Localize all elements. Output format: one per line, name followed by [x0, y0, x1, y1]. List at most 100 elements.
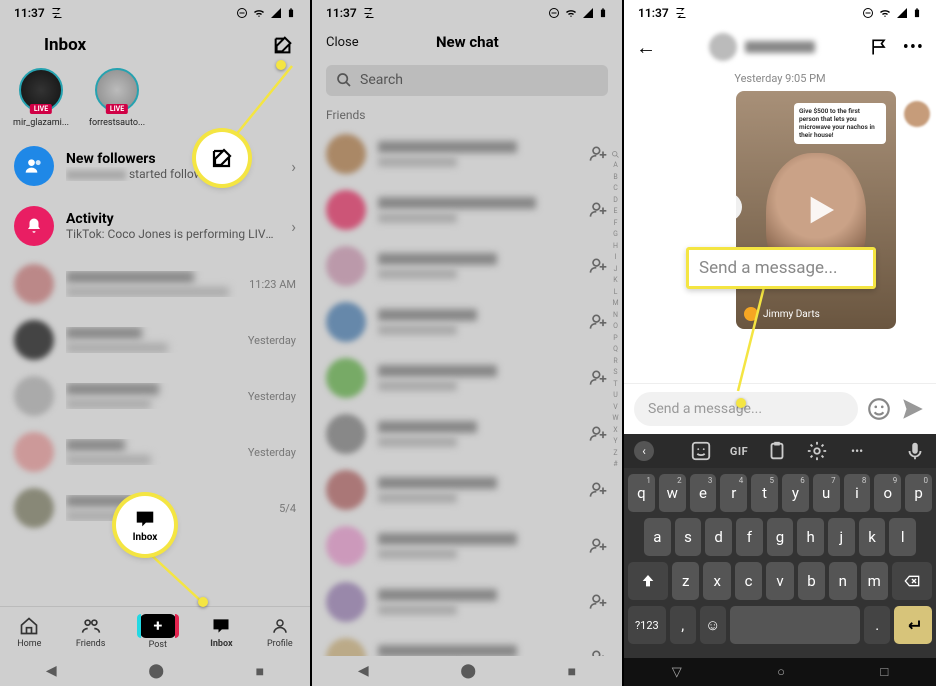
nav-recents-icon[interactable]: □: [880, 664, 888, 680]
add-friend-icon[interactable]: [588, 480, 608, 500]
back-button[interactable]: ←: [636, 35, 656, 60]
key-o[interactable]: o9: [874, 474, 901, 512]
key-a[interactable]: a: [644, 518, 671, 556]
add-friend-icon[interactable]: [588, 256, 608, 276]
alpha-letter[interactable]: I: [615, 252, 617, 263]
key-l[interactable]: l: [889, 518, 916, 556]
alpha-index[interactable]: ABCDEFGHIJKLMNOPQRSTUVWXYZ#: [611, 150, 620, 470]
key-x[interactable]: x: [703, 562, 730, 600]
nav-back-icon[interactable]: ◀: [358, 663, 369, 679]
alpha-letter[interactable]: H: [613, 241, 618, 252]
emoji-key[interactable]: ☺: [700, 606, 726, 644]
key-i[interactable]: i8: [844, 474, 871, 512]
key-j[interactable]: j: [828, 518, 855, 556]
alpha-letter[interactable]: T: [613, 379, 617, 390]
message-input[interactable]: Send a message...: [634, 392, 858, 426]
nav-home-icon[interactable]: ○: [777, 664, 785, 680]
alpha-letter[interactable]: Z: [613, 448, 617, 459]
gif-button[interactable]: GIF: [730, 445, 748, 458]
gear-icon[interactable]: [806, 440, 828, 462]
kb-collapse-icon[interactable]: ‹: [634, 441, 654, 461]
add-friend-icon[interactable]: [588, 592, 608, 612]
add-friend-icon[interactable]: [588, 144, 608, 164]
key-p[interactable]: p0: [905, 474, 932, 512]
key-t[interactable]: t5: [751, 474, 778, 512]
friend-row[interactable]: [312, 182, 622, 238]
nav-back-icon[interactable]: ▽: [672, 665, 682, 680]
tab-friends[interactable]: Friends: [76, 615, 106, 649]
alpha-letter[interactable]: E: [614, 206, 618, 217]
search-input[interactable]: Search: [326, 65, 608, 96]
key-d[interactable]: d: [705, 518, 732, 556]
friend-row[interactable]: [312, 350, 622, 406]
alpha-letter[interactable]: N: [613, 310, 618, 321]
send-button[interactable]: [900, 396, 926, 422]
alpha-letter[interactable]: A: [613, 160, 618, 171]
clipboard-icon[interactable]: [766, 440, 788, 462]
key-u[interactable]: u7: [813, 474, 840, 512]
key-g[interactable]: g: [767, 518, 794, 556]
alpha-letter[interactable]: O: [613, 321, 618, 332]
more-icon[interactable]: •••: [846, 440, 868, 462]
alpha-letter[interactable]: U: [613, 390, 618, 401]
alpha-letter[interactable]: D: [613, 195, 618, 206]
key-q[interactable]: q1: [628, 474, 655, 512]
friend-row[interactable]: [312, 238, 622, 294]
nav-recents-icon[interactable]: ■: [568, 663, 576, 680]
key-w[interactable]: w2: [659, 474, 686, 512]
key-c[interactable]: c: [735, 562, 762, 600]
alpha-letter[interactable]: Q: [613, 344, 618, 355]
emoji-button[interactable]: [866, 396, 892, 422]
alpha-letter[interactable]: M: [612, 298, 618, 309]
key-n[interactable]: n: [829, 562, 856, 600]
add-friend-icon[interactable]: [588, 312, 608, 332]
friend-row[interactable]: [312, 462, 622, 518]
key-f[interactable]: f: [736, 518, 763, 556]
key-y[interactable]: y6: [782, 474, 809, 512]
more-icon[interactable]: •••: [903, 37, 924, 58]
add-friend-icon[interactable]: [588, 536, 608, 556]
alpha-letter[interactable]: L: [614, 287, 618, 298]
alpha-letter[interactable]: R: [613, 356, 617, 367]
tab-profile[interactable]: Profile: [267, 615, 293, 649]
alpha-letter[interactable]: G: [613, 229, 618, 240]
nav-back-icon[interactable]: ◀: [46, 663, 57, 679]
activity-row[interactable]: Activity TikTok: Coco Jones is performin…: [0, 196, 310, 256]
friend-row[interactable]: [312, 574, 622, 630]
alpha-letter[interactable]: V: [613, 402, 617, 413]
comma-key[interactable]: ,: [670, 606, 696, 644]
alpha-letter[interactable]: W: [612, 413, 618, 424]
alpha-letter[interactable]: P: [613, 333, 617, 344]
space-key[interactable]: [730, 606, 860, 644]
friend-row[interactable]: [312, 294, 622, 350]
alpha-letter[interactable]: Y: [613, 436, 617, 447]
compose-icon[interactable]: [272, 34, 294, 56]
tab-home[interactable]: Home: [17, 615, 41, 649]
story-item[interactable]: LIVE forrestsauto...: [86, 68, 148, 128]
add-friend-icon[interactable]: [588, 368, 608, 388]
conversation-row[interactable]: Yesterday: [0, 424, 310, 480]
conversation-row[interactable]: 11:23 AM: [0, 256, 310, 312]
period-key[interactable]: .: [864, 606, 890, 644]
key-s[interactable]: s: [675, 518, 702, 556]
nav-recents-icon[interactable]: ■: [256, 663, 264, 680]
add-friend-icon[interactable]: [588, 424, 608, 444]
alpha-letter[interactable]: K: [613, 275, 617, 286]
nav-home-icon[interactable]: ⬤: [460, 663, 476, 679]
alpha-letter[interactable]: J: [614, 264, 618, 275]
alpha-letter[interactable]: #: [613, 459, 617, 470]
enter-key[interactable]: [894, 606, 932, 644]
shift-key[interactable]: [628, 562, 668, 600]
tab-post[interactable]: + Post: [140, 614, 176, 650]
alpha-letter[interactable]: F: [614, 218, 618, 229]
nav-home-icon[interactable]: ⬤: [148, 663, 164, 679]
key-b[interactable]: b: [798, 562, 825, 600]
key-v[interactable]: v: [766, 562, 793, 600]
key-z[interactable]: z: [672, 562, 699, 600]
friend-row[interactable]: [312, 406, 622, 462]
friend-row[interactable]: [312, 518, 622, 574]
chat-user[interactable]: [709, 33, 815, 61]
alpha-letter[interactable]: C: [613, 183, 618, 194]
friend-row[interactable]: [312, 126, 622, 182]
tab-inbox[interactable]: Inbox: [210, 615, 232, 649]
